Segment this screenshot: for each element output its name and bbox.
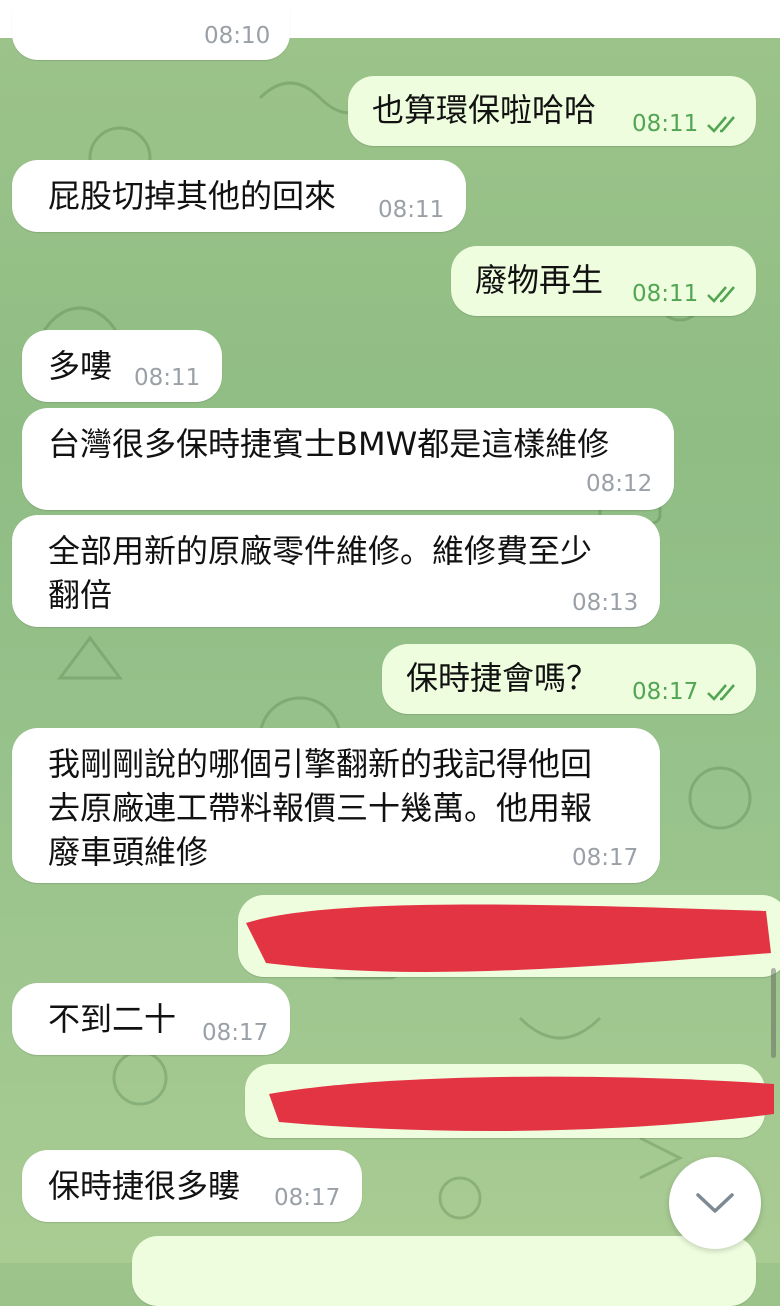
message-text: 保時捷很多瞜 bbox=[48, 1167, 241, 1205]
message-text: 保時捷會嗎？ bbox=[406, 659, 599, 697]
message-bubble-incoming[interactable]: 多嘍 08:11 bbox=[22, 330, 222, 402]
message-text: 廢物再生 bbox=[475, 261, 604, 299]
message-bubble-outgoing[interactable] bbox=[132, 1236, 756, 1306]
double-check-icon bbox=[707, 116, 735, 133]
message-bubble-incoming[interactable]: 我剛剛說的哪個引擎翻新的我記得他回 去原廠連工帶料報價三十幾萬。他用報 廢車頭維… bbox=[12, 728, 660, 883]
scrollbar[interactable] bbox=[771, 968, 776, 1058]
message-time: 08:12 bbox=[586, 471, 653, 497]
message-time: 08:13 bbox=[572, 590, 639, 616]
scroll-to-bottom-button[interactable] bbox=[669, 1157, 761, 1249]
message-time: 08:11 bbox=[632, 281, 699, 307]
message-text: 全部用新的原廠零件維修。維修費至少 翻倍 bbox=[48, 532, 593, 614]
message-bubble-outgoing[interactable]: 保時捷會嗎？ 08:17 bbox=[382, 644, 756, 714]
message-bubble-incoming[interactable]: 台灣很多保時捷賓士BMW都是這樣維修 08:12 bbox=[22, 408, 674, 510]
message-bubble-outgoing-redacted[interactable] bbox=[238, 895, 780, 977]
message-bubble-outgoing[interactable]: 也算環保啦哈哈 08:11 bbox=[348, 76, 756, 146]
message-text: 我剛剛說的哪個引擎翻新的我記得他回 去原廠連工帶料報價三十幾萬。他用報 廢車頭維… bbox=[48, 745, 593, 871]
message-time: 08:17 bbox=[632, 679, 699, 705]
message-bubble-incoming[interactable]: 08:10 bbox=[12, 0, 290, 60]
message-bubble-outgoing[interactable]: 廢物再生 08:11 bbox=[451, 246, 756, 316]
message-time: 08:17 bbox=[274, 1185, 341, 1211]
chevron-down-icon bbox=[696, 1193, 734, 1213]
double-check-icon bbox=[707, 286, 735, 303]
message-text: 屁股切掉其他的回來 bbox=[48, 177, 337, 215]
message-text: 不到二十 bbox=[48, 1000, 177, 1038]
message-time: 08:17 bbox=[572, 845, 639, 871]
message-time: 08:17 bbox=[202, 1020, 269, 1046]
message-bubble-incoming[interactable]: 保時捷很多瞜 08:17 bbox=[22, 1150, 362, 1222]
message-time: 08:10 bbox=[204, 23, 271, 49]
message-bubble-incoming[interactable]: 不到二十 08:17 bbox=[12, 983, 290, 1055]
message-time: 08:11 bbox=[378, 197, 445, 223]
message-text: 台灣很多保時捷賓士BMW都是這樣維修 bbox=[48, 425, 610, 463]
message-time: 08:11 bbox=[632, 111, 699, 137]
message-text: 也算環保啦哈哈 bbox=[372, 91, 597, 129]
message-bubble-outgoing-redacted[interactable] bbox=[245, 1064, 774, 1138]
double-check-icon bbox=[707, 684, 735, 701]
message-time: 08:11 bbox=[134, 365, 201, 391]
message-bubble-incoming[interactable]: 全部用新的原廠零件維修。維修費至少 翻倍 08:13 bbox=[12, 515, 660, 627]
message-text: 多嘍 bbox=[48, 347, 113, 385]
redaction-mark bbox=[269, 1076, 774, 1132]
message-bubble-incoming[interactable]: 屁股切掉其他的回來 08:11 bbox=[12, 160, 466, 232]
redaction-mark bbox=[246, 904, 771, 972]
